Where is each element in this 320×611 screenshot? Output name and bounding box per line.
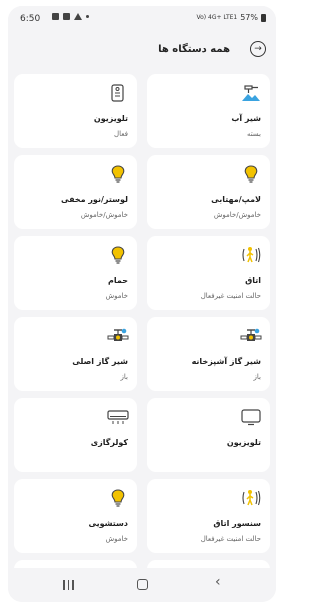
system-status: Vo) 4G+ LTE1 57% bbox=[196, 13, 266, 22]
device-status: خاموش bbox=[105, 292, 128, 300]
device-card[interactable]: سنسور اتاق حالت امنیت غیرفعال bbox=[147, 479, 270, 553]
page-title: همه دستگاه ها bbox=[158, 44, 230, 55]
device-status: حالت امنیت غیرفعال bbox=[200, 535, 261, 543]
device-name: دستشویی bbox=[88, 519, 129, 528]
device-name: لامپ/مهتابی bbox=[211, 195, 261, 204]
device-card[interactable]: تلویزیون فعال bbox=[14, 74, 137, 148]
device-card[interactable]: شیر گاز آشپزخانه باز bbox=[147, 317, 270, 391]
lightbulb-icon bbox=[111, 489, 125, 507]
device-card[interactable]: شیر آب بسته bbox=[147, 74, 270, 148]
recent-apps-icon[interactable] bbox=[63, 580, 74, 590]
device-status: خاموش/خاموش bbox=[80, 211, 128, 219]
back-chevron-icon[interactable]: ‹ bbox=[215, 575, 221, 589]
phone-screen: 6:50 Vo) 4G+ LTE1 57% همه دستگاه ها → شی… bbox=[8, 6, 276, 602]
notification-gallery-icon bbox=[63, 13, 70, 20]
device-status: باز bbox=[253, 373, 261, 381]
gas-valve-icon bbox=[107, 328, 129, 341]
notification-icons bbox=[52, 13, 89, 20]
home-icon[interactable] bbox=[137, 579, 148, 590]
device-card[interactable]: لامپ/مهتابی خاموش/خاموش bbox=[147, 155, 270, 229]
device-status: خاموش/خاموش bbox=[213, 211, 261, 219]
battery-icon bbox=[261, 13, 266, 22]
device-card[interactable]: لوستر/نور مخفی خاموش/خاموش bbox=[14, 155, 137, 229]
device-name: شیر گاز آشپزخانه bbox=[191, 357, 261, 366]
network-icon: Vo) 4G+ LTE1 bbox=[196, 14, 238, 21]
device-name: حمام bbox=[108, 276, 128, 285]
lightbulb-icon bbox=[111, 246, 125, 264]
gas-valve-icon bbox=[240, 328, 262, 341]
water-valve-icon bbox=[242, 85, 260, 101]
system-nav-bar: ‹ bbox=[8, 568, 276, 602]
device-status: حالت امنیت غیرفعال bbox=[200, 292, 261, 300]
lightbulb-icon bbox=[111, 165, 125, 183]
more-dot-icon bbox=[86, 15, 89, 18]
device-card[interactable]: حمام خاموش bbox=[14, 236, 137, 310]
motion-sensor-icon bbox=[242, 490, 261, 506]
status-bar: 6:50 Vo) 4G+ LTE1 57% bbox=[8, 6, 276, 32]
notification-image-icon bbox=[52, 13, 59, 20]
device-name: تلویزیون bbox=[226, 438, 261, 447]
device-status: فعال bbox=[114, 130, 128, 138]
device-name: کولرگازی bbox=[90, 438, 128, 447]
device-card[interactable]: تلویزیون bbox=[147, 398, 270, 472]
back-arrow-icon[interactable]: → bbox=[250, 41, 266, 57]
motion-sensor-icon bbox=[242, 247, 261, 263]
device-name: شیر گاز اصلی bbox=[72, 357, 128, 366]
device-name: اتاق bbox=[245, 276, 261, 285]
lightbulb-icon bbox=[244, 165, 258, 183]
device-card[interactable]: شیر گاز اصلی باز bbox=[14, 317, 137, 391]
device-card[interactable]: اتاق حالت امنیت غیرفعال bbox=[147, 236, 270, 310]
warning-icon bbox=[74, 13, 82, 20]
device-card[interactable]: کولرگازی bbox=[14, 398, 137, 472]
device-status: خاموش bbox=[105, 535, 128, 543]
device-name: سنسور اتاق bbox=[213, 519, 261, 528]
device-name: شیر آب bbox=[231, 114, 261, 123]
device-status: باز bbox=[120, 373, 128, 381]
air-conditioner-icon bbox=[107, 410, 129, 424]
battery-text: 57% bbox=[240, 13, 258, 22]
page-header: همه دستگاه ها → bbox=[8, 36, 276, 66]
device-name: تلویزیون bbox=[93, 114, 128, 123]
tv-icon bbox=[241, 409, 261, 426]
tv-remote-icon bbox=[111, 84, 124, 102]
device-name: لوستر/نور مخفی bbox=[60, 195, 128, 204]
status-time: 6:50 bbox=[20, 14, 41, 24]
device-status: بسته bbox=[246, 130, 261, 138]
device-card[interactable]: دستشویی خاموش bbox=[14, 479, 137, 553]
